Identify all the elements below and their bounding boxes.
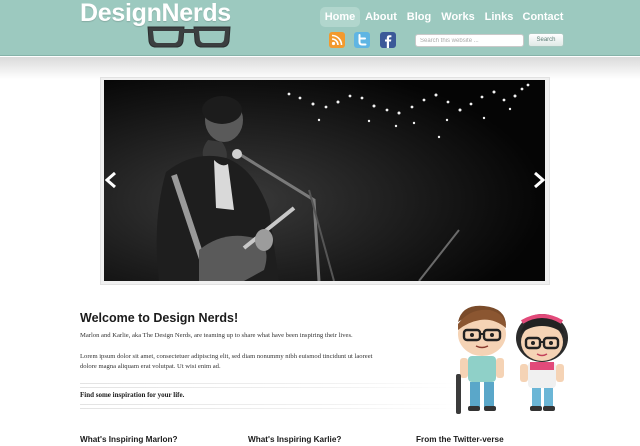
search-input[interactable] [415, 34, 524, 47]
arrow-right-icon[interactable] [533, 172, 545, 188]
divider-line [80, 408, 460, 409]
karlie-column-title: What's Inspiring Karlie? [248, 435, 342, 444]
arrow-left-icon[interactable] [105, 172, 117, 188]
search-button[interactable]: Search [528, 33, 564, 47]
inspiration-link[interactable]: Find some inspiration for your life. [80, 391, 184, 399]
facebook-icon[interactable] [380, 32, 396, 48]
twitter-icon[interactable] [354, 32, 370, 48]
nav-links[interactable]: Links [483, 7, 515, 27]
nav-contact[interactable]: Contact [521, 7, 565, 27]
divider-line [80, 387, 460, 388]
marlon-column-title: What's Inspiring Marlon? [80, 435, 178, 444]
twitter-column-title: From the Twitter-verse [416, 435, 504, 444]
header-shadow [0, 57, 640, 79]
glasses-icon [147, 26, 231, 48]
lorem-paragraph: Lorem ipsum dolor sit amet, consectetuer… [80, 352, 440, 372]
welcome-heading: Welcome to Design Nerds! [80, 311, 239, 325]
rss-icon[interactable] [329, 32, 345, 48]
lorem-line-1: Lorem ipsum dolor sit amet, consectetuer… [80, 353, 373, 360]
nav-about[interactable]: About [362, 7, 400, 27]
lorem-line-2: dolore magna aliquam erat volutpat. Ut w… [80, 363, 221, 370]
nav-blog[interactable]: Blog [404, 7, 434, 27]
nav-home[interactable]: Home [320, 7, 360, 27]
divider-line [80, 383, 460, 384]
intro-text: Marlon and Karlie, aka The Design Nerds,… [80, 332, 353, 339]
nav-works[interactable]: Works [440, 7, 476, 27]
divider-line [80, 404, 460, 405]
slider-image [104, 80, 545, 281]
design-nerds-characters [456, 305, 568, 414]
